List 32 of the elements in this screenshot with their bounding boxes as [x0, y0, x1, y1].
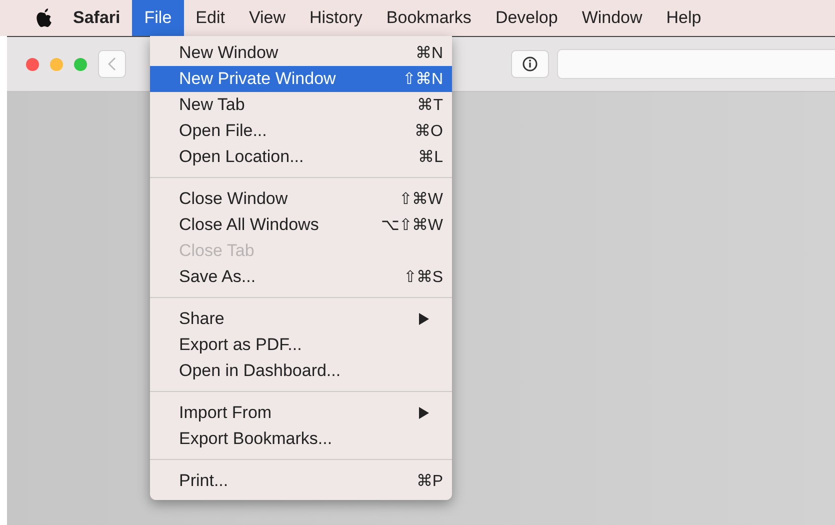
- close-button[interactable]: [26, 58, 39, 70]
- menu-bar-item[interactable]: Window: [570, 0, 654, 36]
- info-button[interactable]: [511, 50, 549, 78]
- menu-item[interactable]: Export as PDF...: [150, 332, 452, 358]
- menu-item[interactable]: Open in Dashboard...: [150, 358, 452, 384]
- zoom-button[interactable]: [74, 58, 87, 70]
- menu-item[interactable]: Print... ⌘P: [150, 468, 452, 494]
- menu-item[interactable]: New Window ⌘N: [150, 40, 452, 66]
- menu-bar-item[interactable]: Bookmarks: [374, 0, 484, 36]
- menu-bar-item[interactable]: View: [236, 0, 298, 36]
- info-icon: [522, 56, 538, 72]
- menu-item[interactable]: Export Bookmarks...: [150, 426, 452, 452]
- menu-item[interactable]: New Private Window ⇧⌘N: [150, 66, 452, 92]
- chevron-left-icon: [108, 57, 116, 71]
- menu-bar-item[interactable]: Develop: [483, 0, 570, 36]
- menu-item[interactable]: Open File... ⌘O: [150, 118, 452, 144]
- menu-item[interactable]: New Tab ⌘T: [150, 92, 452, 118]
- menu-bar-item[interactable]: Help: [654, 0, 714, 36]
- address-field[interactable]: [557, 49, 835, 79]
- menu-item[interactable]: Open Location... ⌘L: [150, 144, 452, 170]
- menu-bar-item[interactable]: Safari: [61, 0, 132, 36]
- back-button[interactable]: [98, 50, 126, 78]
- menu-item[interactable]: Share: [150, 306, 452, 332]
- menu-bar-item[interactable]: Edit: [184, 0, 237, 36]
- menu-bar-item[interactable]: File: [132, 0, 184, 36]
- menu-bar-item[interactable]: History: [298, 0, 374, 36]
- apple-icon[interactable]: [36, 8, 53, 28]
- menu-item[interactable]: Close All Windows ⌥⇧⌘W: [150, 212, 452, 238]
- menu-item[interactable]: Save As... ⇧⌘S: [150, 264, 452, 290]
- minimize-button[interactable]: [50, 58, 63, 70]
- menu-item[interactable]: Close Window ⇧⌘W: [150, 186, 452, 212]
- menu-item[interactable]: Import From: [150, 400, 452, 426]
